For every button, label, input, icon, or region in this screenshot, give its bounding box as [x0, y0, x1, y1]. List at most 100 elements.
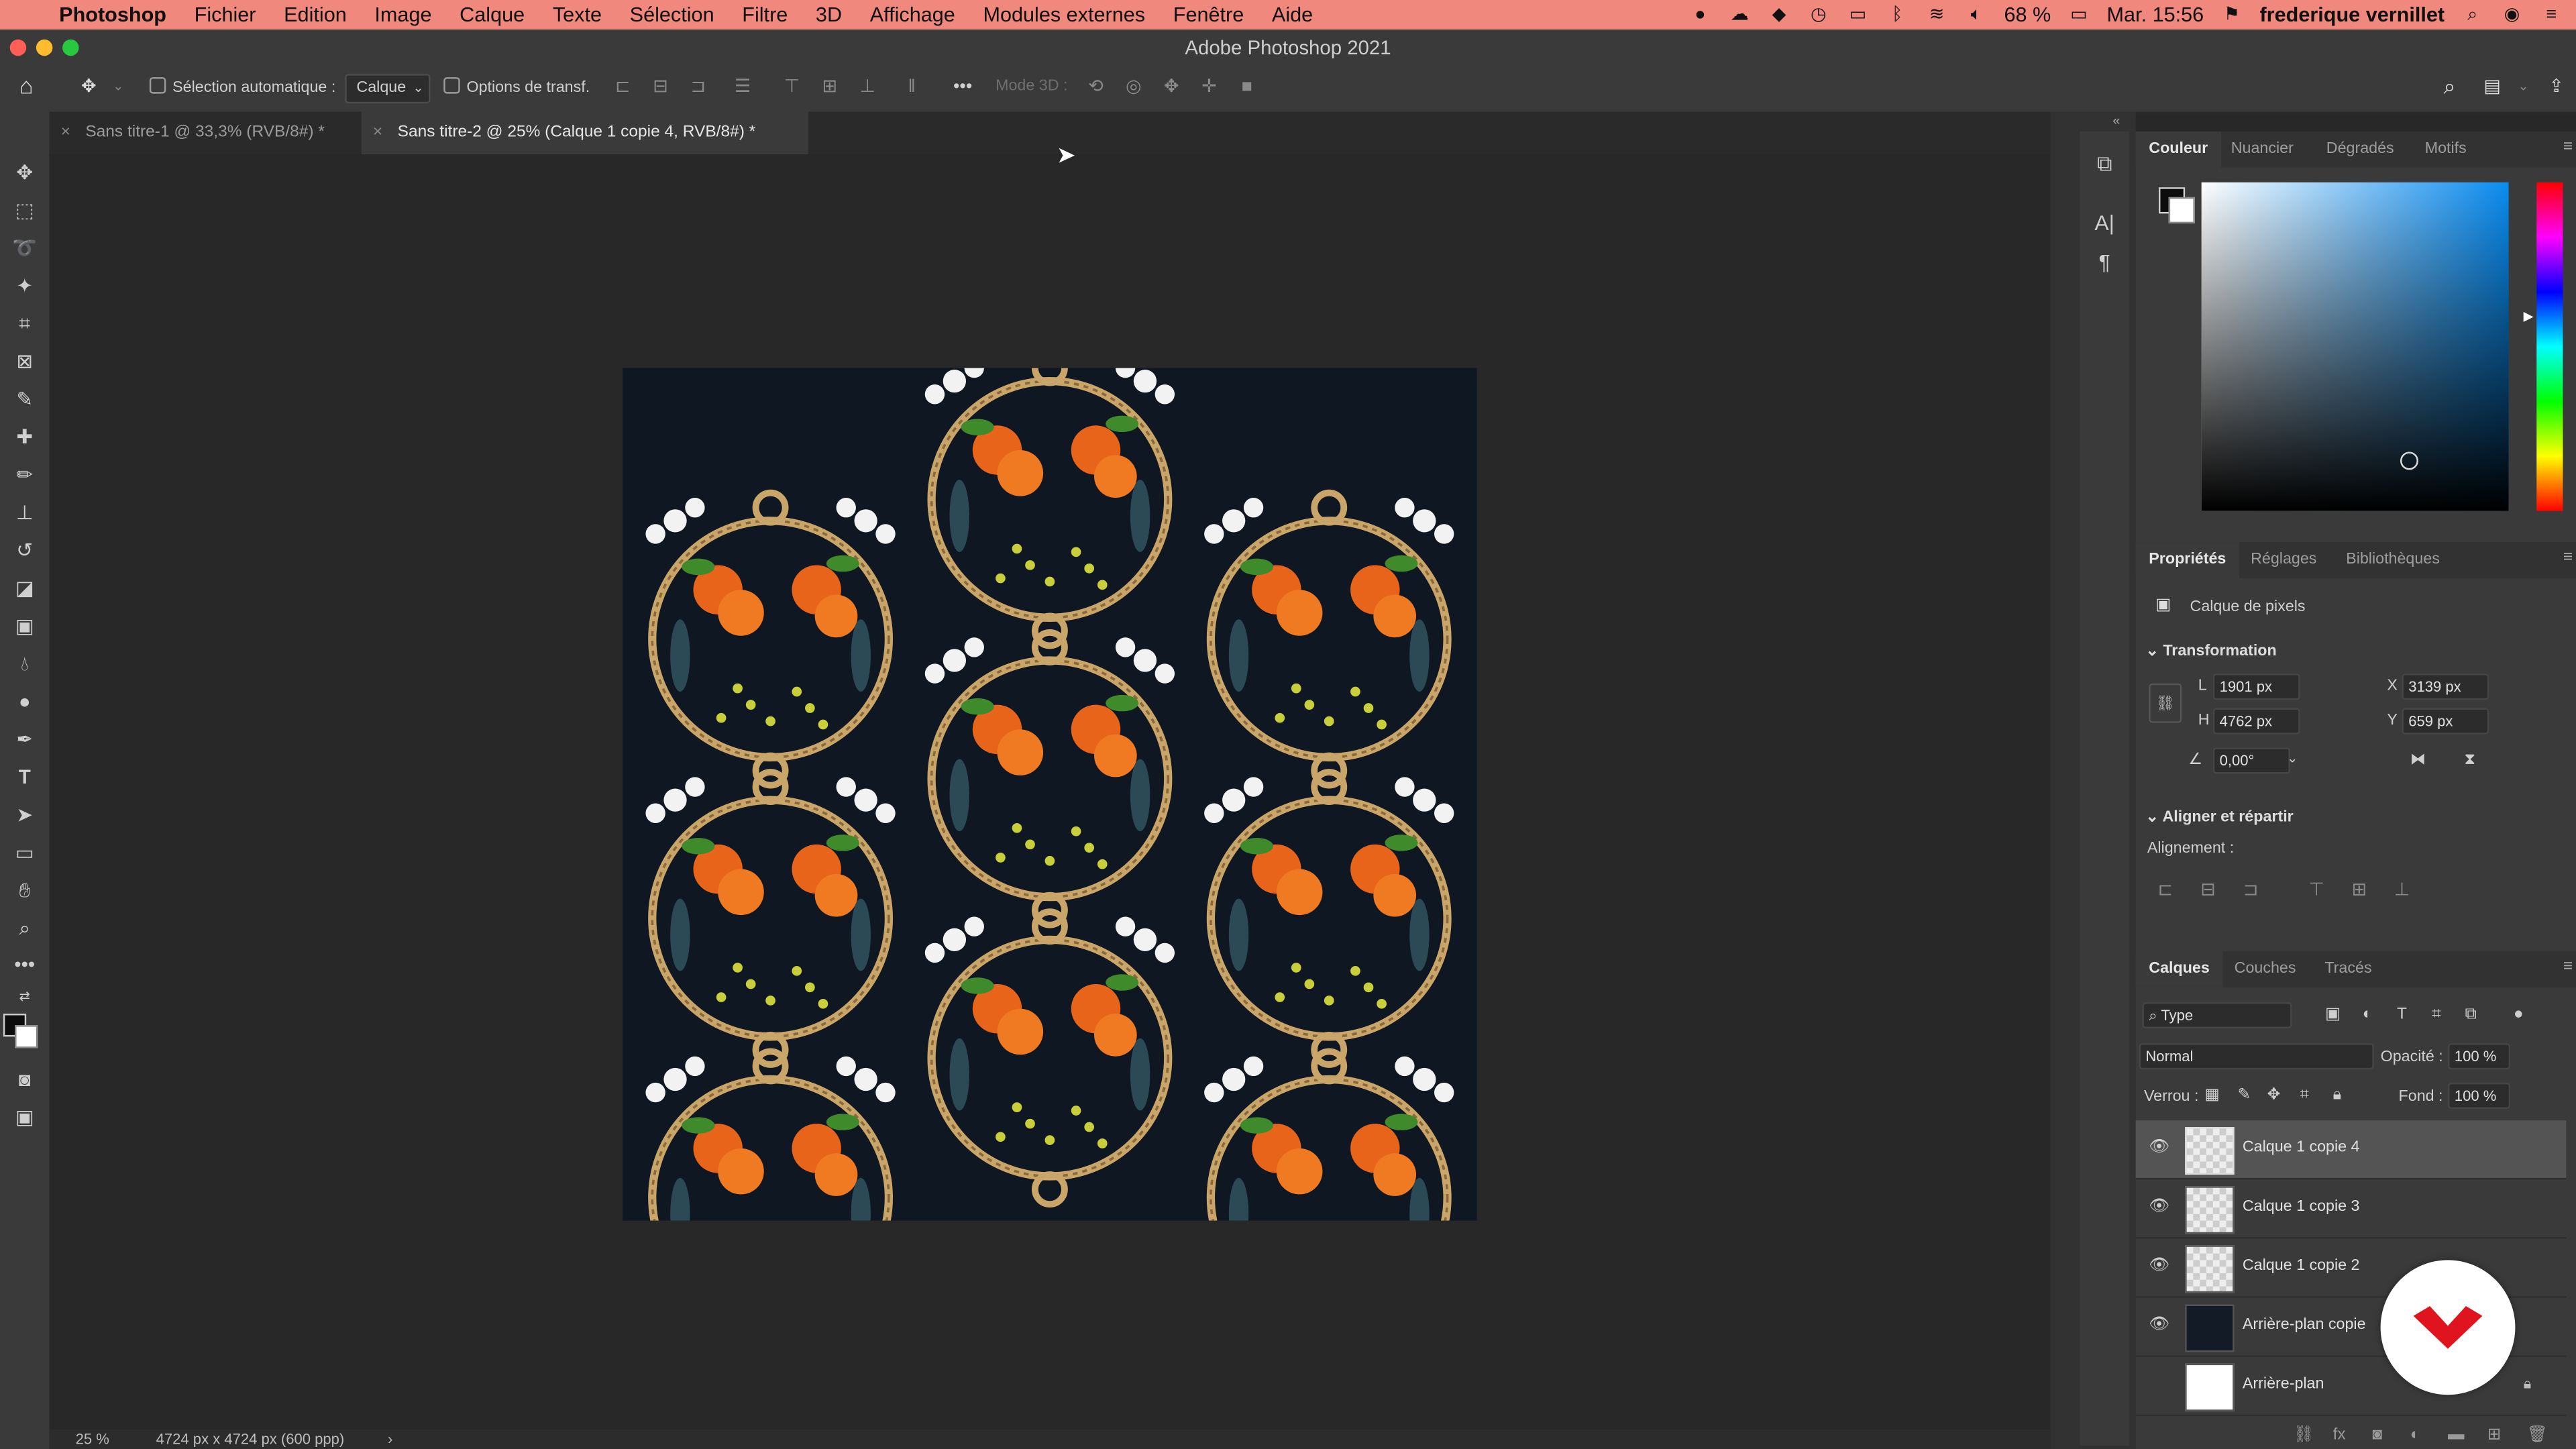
align-top-icon[interactable]: ⊤: [782, 77, 802, 97]
lock-pixels-icon[interactable]: ✎: [2238, 1086, 2251, 1104]
align-right-icon[interactable]: ⊐: [2239, 879, 2262, 902]
layer-filter-dropdown[interactable]: ⌕ Type: [2142, 1002, 2292, 1029]
character-panel-icon[interactable]: A|: [2092, 210, 2118, 236]
control-center-icon[interactable]: ≡: [2540, 5, 2563, 24]
zoom-tool-icon[interactable]: ⌕: [8, 914, 41, 943]
airplay-icon[interactable]: ▭: [1846, 5, 1869, 24]
layer-select-dropdown[interactable]: Calque ⌄: [345, 74, 431, 104]
panel-menu-icon[interactable]: ≡: [2563, 549, 2573, 567]
move-tool-icon[interactable]: ✥: [79, 77, 99, 97]
layer-row[interactable]: 👁︎ Calque 1 copie 3: [2135, 1179, 2567, 1239]
tab-bibliotheques[interactable]: Bibliothèques: [2333, 542, 2453, 578]
link-dimensions-icon[interactable]: ⛓︎: [2149, 683, 2182, 723]
filter-type-icon[interactable]: T: [2390, 1006, 2413, 1028]
menu-affichage[interactable]: Affichage: [870, 3, 955, 26]
menu-aide[interactable]: Aide: [1272, 3, 1313, 26]
lock-position-icon[interactable]: ✥: [2267, 1086, 2281, 1104]
move-tool-icon[interactable]: ✥: [8, 158, 41, 187]
distribute-h-icon[interactable]: ☰: [733, 77, 752, 97]
align-left-icon[interactable]: ⊏: [2154, 879, 2177, 902]
eraser-tool-icon[interactable]: ◪: [8, 574, 41, 603]
search-icon[interactable]: ⌕: [2440, 76, 2459, 97]
blur-tool-icon[interactable]: 💧︎: [8, 649, 41, 678]
transform-options-checkbox[interactable]: Options de transf.: [443, 77, 590, 97]
lock-transparency-icon[interactable]: ▦: [2205, 1086, 2220, 1104]
lock-all-icon[interactable]: 🔒︎: [2333, 1086, 2341, 1104]
angle-field[interactable]: 0,00°: [2212, 747, 2290, 774]
chevron-down-icon[interactable]: ⌄: [2514, 77, 2533, 97]
tab-degrades[interactable]: Dégradés: [2313, 131, 2407, 168]
link-layers-icon[interactable]: ⛓︎: [2294, 1426, 2314, 1444]
document-canvas-pattern[interactable]: [623, 368, 1477, 1221]
crop-tool-icon[interactable]: ⌗: [8, 309, 41, 338]
x-field[interactable]: 3139 px: [2402, 674, 2489, 700]
dropbox-icon[interactable]: ◆: [1768, 5, 1790, 24]
align-top-icon[interactable]: ⊤: [2305, 879, 2328, 902]
align-middle-v-icon[interactable]: ⊞: [2348, 879, 2371, 902]
zoom-level[interactable]: 25 %: [76, 1431, 109, 1447]
background-swatch[interactable]: [2168, 197, 2195, 224]
rectangle-tool-icon[interactable]: ▭: [8, 838, 41, 867]
color-picker-handle[interactable]: [2400, 451, 2418, 470]
y-field[interactable]: 659 px: [2402, 708, 2489, 735]
siri-icon[interactable]: ◉: [2500, 5, 2523, 24]
status-more-arrow[interactable]: ›: [388, 1431, 392, 1447]
tab-sans-titre-1[interactable]: × Sans titre-1 @ 33,3% (RVB/8#) *: [49, 112, 381, 155]
new-adjustment-icon[interactable]: ◐: [2410, 1426, 2420, 1444]
align-middle-v-icon[interactable]: ⊞: [820, 77, 839, 97]
tab-couleur[interactable]: Couleur: [2135, 131, 2221, 168]
background-color-swatch[interactable]: [15, 1025, 38, 1049]
history-brush-icon[interactable]: ↺: [8, 535, 41, 565]
marquee-tool-icon[interactable]: ⬚: [8, 195, 41, 225]
tab-sans-titre-2[interactable]: × Sans titre-2 @ 25% (Calque 1 copie 4, …: [361, 111, 808, 155]
align-left-icon[interactable]: ⊏: [612, 77, 632, 97]
transform-section-header[interactable]: ⌄ Transformation: [2145, 643, 2276, 661]
volume-icon[interactable]: 🔈︎: [1965, 5, 1988, 24]
flag-icon[interactable]: ⚑: [2220, 5, 2243, 24]
gradient-tool-icon[interactable]: ▣: [8, 611, 41, 641]
menu-edition[interactable]: Edition: [284, 3, 347, 26]
align-center-h-icon[interactable]: ⊟: [651, 77, 670, 97]
layer-row[interactable]: 👁︎ Calque 1 copie 4: [2135, 1120, 2567, 1180]
visibility-eye-icon[interactable]: 👁︎: [2149, 1138, 2169, 1157]
workspace-icon[interactable]: ▤: [2482, 77, 2502, 97]
new-group-icon[interactable]: ▬: [2448, 1426, 2464, 1444]
menu-texte[interactable]: Texte: [553, 3, 602, 26]
align-bottom-icon[interactable]: ⊥: [2390, 879, 2413, 902]
swap-colors-icon[interactable]: ⇄: [8, 983, 41, 1012]
flip-vertical-icon[interactable]: ⧗: [2464, 751, 2475, 769]
visibility-eye-icon[interactable]: 👁︎: [2149, 1316, 2169, 1334]
height-field[interactable]: 4762 px: [2212, 708, 2300, 735]
new-layer-icon[interactable]: ⊞: [2487, 1426, 2502, 1444]
dodge-tool-icon[interactable]: ●: [8, 687, 41, 716]
tab-traces[interactable]: Tracés: [2312, 951, 2385, 987]
paragraph-panel-icon[interactable]: ¶: [2092, 250, 2118, 276]
battery-icon[interactable]: ▭: [2068, 5, 2090, 24]
magic-wand-icon[interactable]: ✦: [8, 271, 41, 301]
menu-fichier[interactable]: Fichier: [195, 3, 256, 26]
close-tab-icon[interactable]: ×: [373, 112, 382, 155]
align-bottom-icon[interactable]: ⊥: [857, 77, 877, 97]
visibility-eye-icon[interactable]: 👁︎: [2149, 1197, 2169, 1216]
menu-calque[interactable]: Calque: [460, 3, 525, 26]
tab-proprietes[interactable]: Propriétés: [2135, 542, 2239, 579]
menu-image[interactable]: Image: [374, 3, 431, 26]
delete-layer-icon[interactable]: 🗑︎: [2527, 1426, 2548, 1444]
tab-nuancier[interactable]: Nuancier: [2218, 131, 2306, 168]
flip-horizontal-icon[interactable]: ⧓: [2410, 751, 2426, 769]
opacity-field[interactable]: 100 %: [2448, 1043, 2511, 1070]
chevron-down-icon[interactable]: ⌄: [109, 77, 128, 97]
panel-menu-icon[interactable]: ≡: [2563, 138, 2573, 156]
blend-mode-dropdown[interactable]: Normal: [2139, 1043, 2374, 1070]
share-icon[interactable]: ⇪: [2546, 77, 2566, 97]
distribute-v-icon[interactable]: ‖: [902, 77, 922, 97]
time-machine-icon[interactable]: ◷: [1807, 5, 1830, 24]
type-tool-icon[interactable]: T: [8, 762, 41, 792]
filter-pixel-icon[interactable]: ▣: [2321, 1006, 2344, 1028]
frame-tool-icon[interactable]: ⊠: [8, 347, 41, 376]
fill-field[interactable]: 100 %: [2448, 1082, 2511, 1110]
path-selection-icon[interactable]: ➤: [8, 800, 41, 830]
bluetooth-icon[interactable]: ᛒ: [1886, 5, 1909, 24]
filter-smart-object-icon[interactable]: ⧉: [2459, 1006, 2482, 1028]
brush-tool-icon[interactable]: ✏: [8, 460, 41, 490]
